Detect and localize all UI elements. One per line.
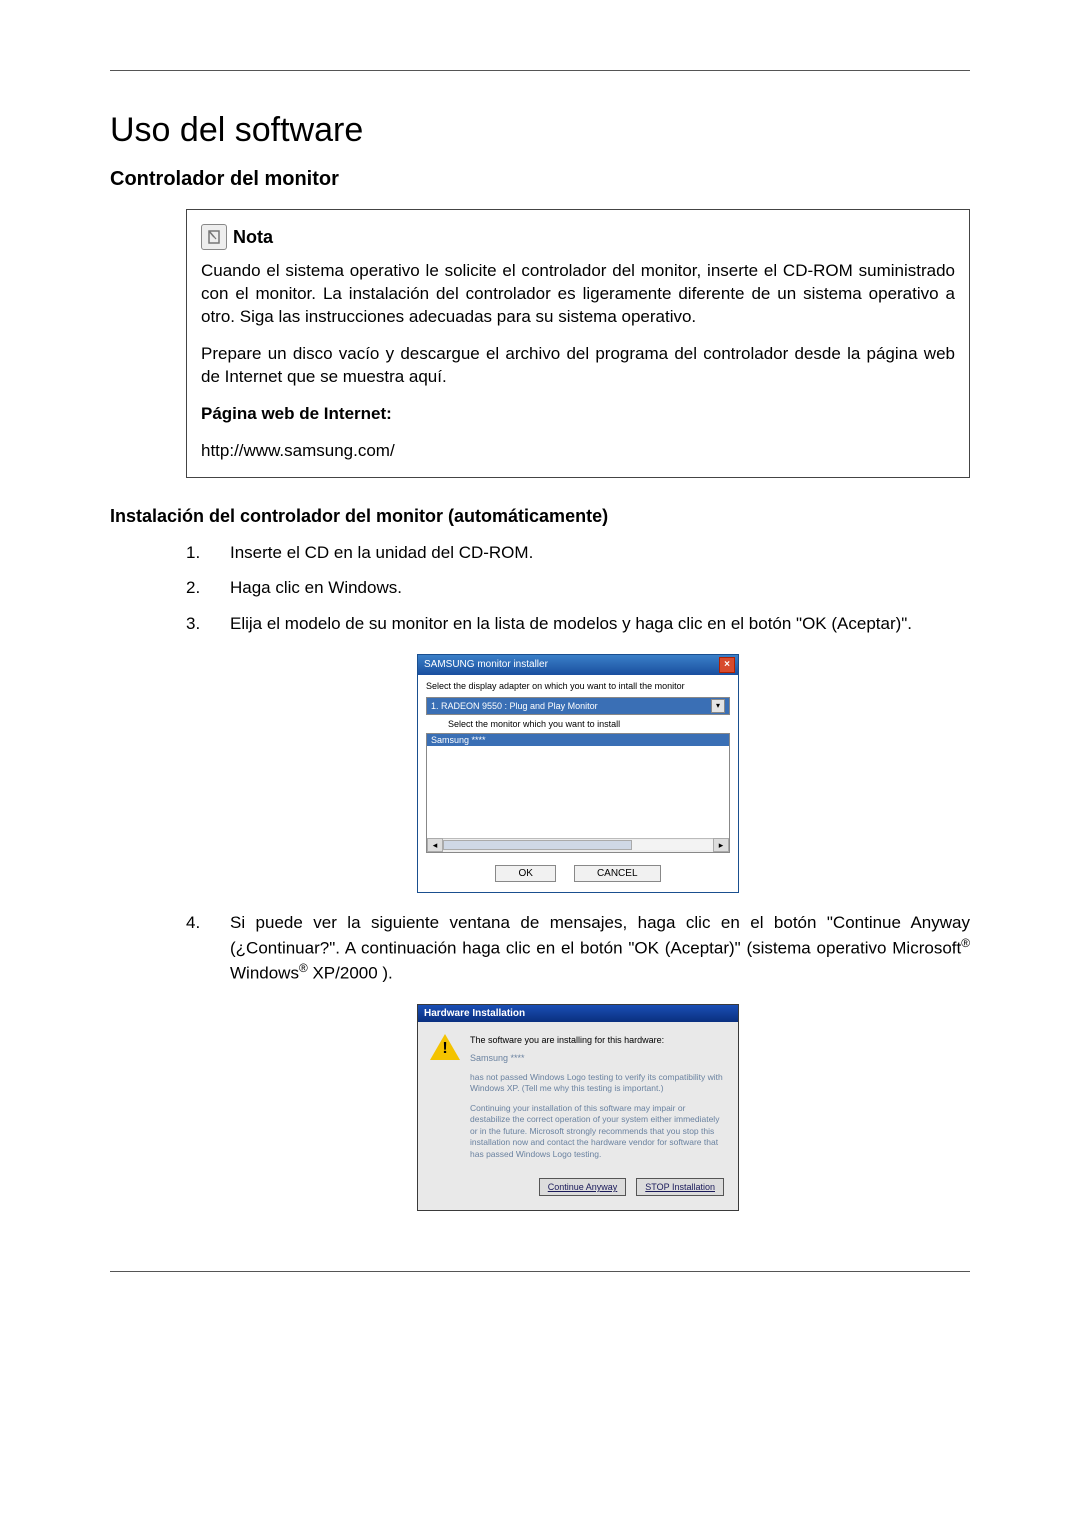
- warning-device-name: Samsung ****: [470, 1052, 724, 1064]
- step-text: Haga clic en Windows.: [230, 576, 402, 600]
- scrollbar-track[interactable]: [443, 840, 713, 850]
- steps-list: 1. Inserte el CD en la unidad del CD-ROM…: [186, 541, 970, 1212]
- step-2: 2. Haga clic en Windows.: [186, 576, 970, 600]
- cancel-button[interactable]: CANCEL: [574, 865, 661, 882]
- warning-icon: !: [430, 1034, 460, 1062]
- step-text: Si puede ver la siguiente ventana de men…: [230, 911, 970, 986]
- warning-paragraph-2: Continuing your installation of this sof…: [470, 1103, 724, 1160]
- scrollbar-thumb[interactable]: [443, 840, 632, 850]
- samsung-url[interactable]: http://www.samsung.com/: [201, 441, 395, 460]
- warning-dialog: Hardware Installation ! The software you…: [417, 1004, 739, 1212]
- stop-installation-button[interactable]: STOP Installation: [636, 1178, 724, 1196]
- page-title: Uso del software: [110, 111, 970, 150]
- note-icon: [201, 224, 227, 250]
- step-4: 4. Si puede ver la siguiente ventana de …: [186, 911, 970, 986]
- ok-button[interactable]: OK: [495, 865, 555, 882]
- monitor-listbox[interactable]: Samsung **** ◂ ▸: [426, 733, 730, 853]
- installer-label-monitor: Select the monitor which you want to ins…: [448, 719, 730, 729]
- monitor-selected[interactable]: Samsung ****: [427, 734, 729, 746]
- note-title: Nota: [233, 225, 273, 249]
- registered-mark: ®: [299, 961, 308, 975]
- installer-title-text: SAMSUNG monitor installer: [424, 659, 548, 670]
- continue-anyway-button[interactable]: Continue Anyway: [539, 1178, 627, 1196]
- chevron-down-icon[interactable]: ▾: [711, 699, 725, 713]
- document-page: Uso del software Controlador del monitor…: [0, 0, 1080, 1527]
- scroll-right-icon[interactable]: ▸: [713, 838, 729, 852]
- note-web-label: Página web de Internet:: [201, 403, 955, 426]
- warning-titlebar: Hardware Installation: [418, 1005, 738, 1022]
- note-paragraph-1: Cuando el sistema operativo le solicite …: [201, 260, 955, 329]
- step-number: 2.: [186, 576, 206, 600]
- section-heading-driver: Controlador del monitor: [110, 168, 970, 191]
- footer-rule: [110, 1271, 970, 1272]
- step-3: 3. Elija el modelo de su monitor en la l…: [186, 612, 970, 636]
- note-header: Nota: [201, 224, 955, 250]
- registered-mark: ®: [961, 936, 970, 950]
- adapter-combobox[interactable]: 1. RADEON 9550 : Plug and Play Monitor ▾: [426, 697, 730, 715]
- close-icon[interactable]: ×: [719, 657, 735, 673]
- installer-titlebar: SAMSUNG monitor installer ×: [418, 655, 738, 675]
- adapter-selected: 1. RADEON 9550 : Plug and Play Monitor: [431, 701, 598, 711]
- horizontal-scrollbar[interactable]: ◂ ▸: [427, 838, 729, 852]
- warning-paragraph-1: has not passed Windows Logo testing to v…: [470, 1072, 724, 1095]
- header-rule: [110, 70, 970, 71]
- step-number: 1.: [186, 541, 206, 565]
- note-paragraph-2: Prepare un disco vacío y descargue el ar…: [201, 343, 955, 389]
- section-heading-install-auto: Instalación del controlador del monitor …: [110, 506, 970, 527]
- warning-software-line: The software you are installing for this…: [470, 1034, 724, 1046]
- step-text: Inserte el CD en la unidad del CD-ROM.: [230, 541, 533, 565]
- installer-dialog: SAMSUNG monitor installer × Select the d…: [417, 654, 739, 893]
- step-number: 4.: [186, 911, 206, 986]
- installer-label-adapter: Select the display adapter on which you …: [426, 681, 730, 691]
- step-number: 3.: [186, 612, 206, 636]
- step-text: Elija el modelo de su monitor en la list…: [230, 612, 912, 636]
- scroll-left-icon[interactable]: ◂: [427, 838, 443, 852]
- step-1: 1. Inserte el CD en la unidad del CD-ROM…: [186, 541, 970, 565]
- note-box: Nota Cuando el sistema operativo le soli…: [186, 209, 970, 478]
